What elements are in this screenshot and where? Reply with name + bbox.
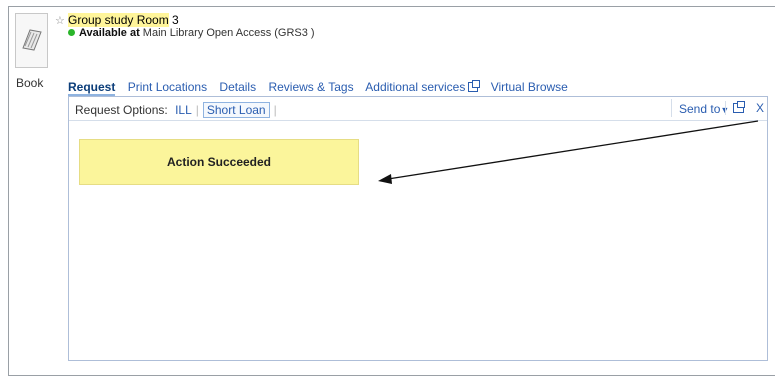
arrow-head-icon: [378, 174, 392, 184]
annotation-arrow: [378, 120, 759, 184]
